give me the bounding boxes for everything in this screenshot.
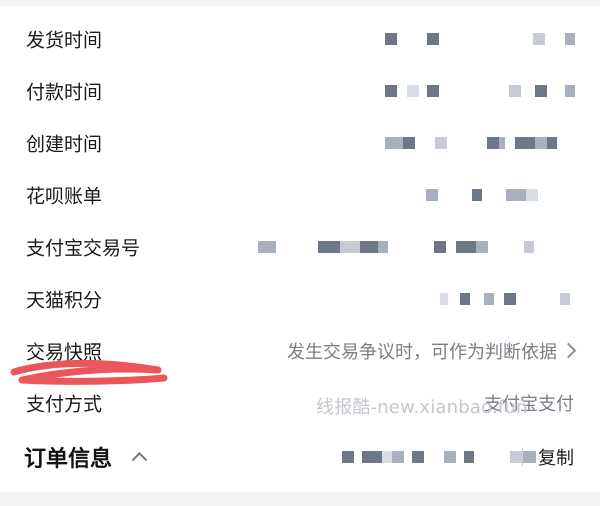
create-time-row: 创建时间 xyxy=(0,117,600,169)
trade-snapshot-hint[interactable]: 发生交易争议时，可作为判断依据 xyxy=(287,338,577,364)
pay-time-value-redacted xyxy=(385,85,575,97)
payment-method-label: 支付方式 xyxy=(26,393,103,416)
order-info-title: 订单信息 xyxy=(24,447,113,472)
watermark-text: 线报酷-new.xianbao.fun xyxy=(316,397,528,418)
alipay-trade-no-row: 支付宝交易号 xyxy=(0,221,600,273)
chevron-up-icon[interactable] xyxy=(131,451,148,468)
order-info-row: 订单信息 复制 xyxy=(0,431,600,483)
huabei-bill-value-redacted xyxy=(426,189,538,201)
create-time-label: 创建时间 xyxy=(26,133,103,156)
ship-time-row: 发货时间 xyxy=(0,13,600,65)
alipay-trade-no-value-redacted xyxy=(258,241,534,253)
alipay-trade-no-label: 支付宝交易号 xyxy=(26,237,141,260)
copy-divider xyxy=(522,448,523,466)
copy-button[interactable]: 复制 xyxy=(538,444,574,470)
red-marker-scribble xyxy=(10,359,168,385)
tmall-points-row: 天猫积分 xyxy=(0,273,600,325)
order-number-redacted xyxy=(342,451,536,463)
tmall-points-label: 天猫积分 xyxy=(26,289,103,312)
huabei-bill-row: 花呗账单 xyxy=(0,169,600,221)
tmall-points-value-redacted xyxy=(440,293,570,305)
pay-time-row: 付款时间 xyxy=(0,65,600,117)
chevron-right-icon xyxy=(560,342,577,359)
ship-time-label: 发货时间 xyxy=(26,29,103,52)
create-time-value-redacted xyxy=(385,137,557,149)
order-detail-card: 发货时间 付款时间 创建时间 花呗账单 支付宝交易号 天猫积分 交易快照 发生交… xyxy=(0,6,600,492)
huabei-bill-label: 花呗账单 xyxy=(26,185,103,208)
ship-time-value-redacted xyxy=(385,33,575,45)
pay-time-label: 付款时间 xyxy=(26,81,103,104)
